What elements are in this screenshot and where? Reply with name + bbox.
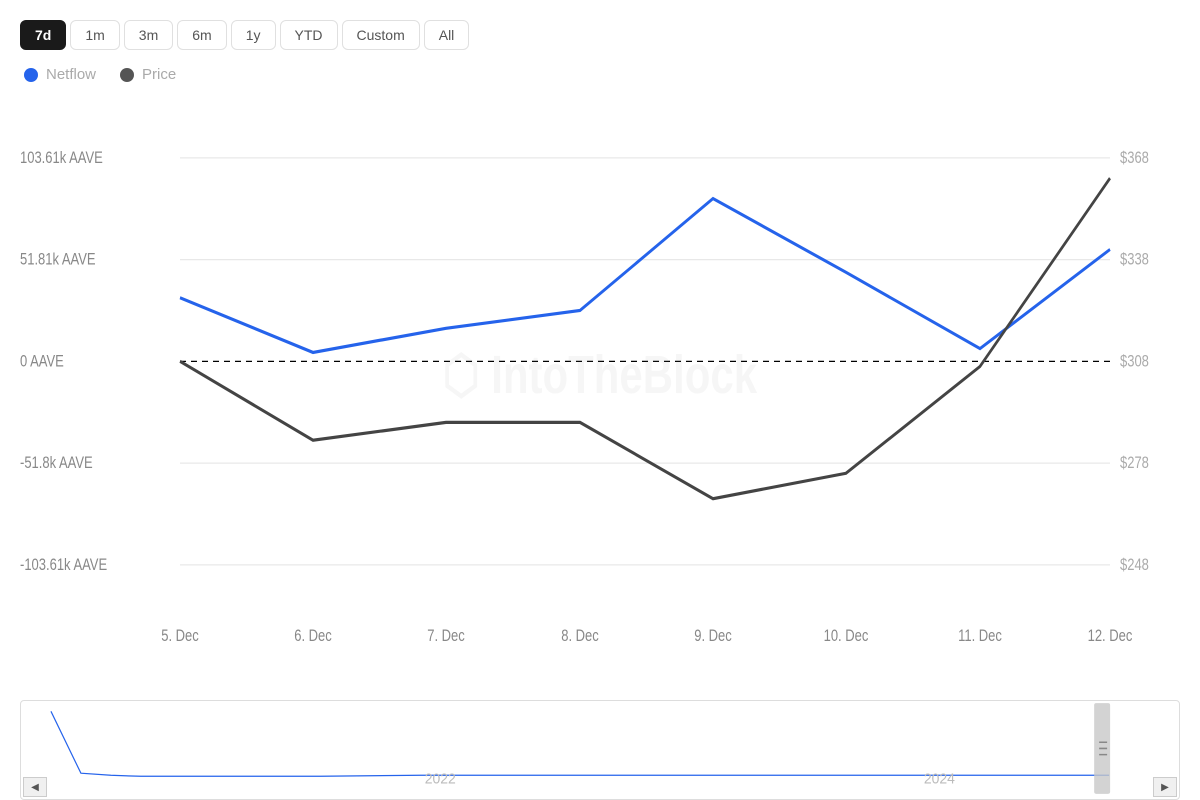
svg-text:2024: 2024: [924, 771, 955, 787]
svg-text:$308: $308: [1120, 353, 1149, 371]
svg-text:51.81k AAVE: 51.81k AAVE: [20, 251, 96, 269]
legend-item-price: Price: [120, 66, 176, 83]
mini-netflow-line: [51, 711, 1109, 776]
legend-item-netflow: Netflow: [24, 66, 96, 83]
legend-dot-price: [120, 68, 134, 82]
svg-text:⬡ IntoTheBlock: ⬡ IntoTheBlock: [443, 346, 757, 405]
time-btn-custom[interactable]: Custom: [342, 20, 420, 50]
svg-text:5. Dec: 5. Dec: [161, 628, 199, 646]
svg-text:2022: 2022: [425, 771, 456, 787]
svg-text:$368: $368: [1120, 150, 1149, 168]
time-btn-all[interactable]: All: [424, 20, 470, 50]
svg-text:-51.8k AAVE: -51.8k AAVE: [20, 455, 93, 473]
chart-svg-container: 103.61k AAVE 51.81k AAVE 0 AAVE -51.8k A…: [20, 107, 1180, 692]
mini-chart-scroll-right[interactable]: ▶: [1153, 777, 1177, 797]
time-btn-1m[interactable]: 1m: [70, 20, 119, 50]
legend-label-price: Price: [142, 66, 176, 83]
mini-chart-scroll-left[interactable]: ◀: [23, 777, 47, 797]
svg-text:7. Dec: 7. Dec: [427, 628, 465, 646]
svg-text:11. Dec: 11. Dec: [958, 628, 1002, 646]
svg-text:103.61k AAVE: 103.61k AAVE: [20, 150, 103, 168]
svg-text:$248: $248: [1120, 557, 1149, 575]
svg-text:9. Dec: 9. Dec: [694, 628, 732, 646]
netflow-line: [180, 199, 1110, 353]
svg-text:0 AAVE: 0 AAVE: [20, 353, 64, 371]
chart-wrapper: 103.61k AAVE 51.81k AAVE 0 AAVE -51.8k A…: [20, 107, 1180, 800]
main-chart: 103.61k AAVE 51.81k AAVE 0 AAVE -51.8k A…: [20, 107, 1180, 692]
time-btn-3m[interactable]: 3m: [124, 20, 173, 50]
svg-text:$278: $278: [1120, 455, 1149, 473]
price-line: [180, 178, 1110, 498]
main-container: 7d1m3m6m1yYTDCustomAll Netflow Price 103.…: [0, 0, 1200, 800]
svg-text:10. Dec: 10. Dec: [824, 628, 869, 646]
legend-dot-netflow: [24, 68, 38, 82]
time-range-bar: 7d1m3m6m1yYTDCustomAll: [20, 20, 1180, 50]
chart-legend: Netflow Price: [24, 66, 1180, 83]
svg-text:-103.61k AAVE: -103.61k AAVE: [20, 557, 107, 575]
time-btn-1y[interactable]: 1y: [231, 20, 276, 50]
legend-label-netflow: Netflow: [46, 66, 96, 83]
svg-text:$338: $338: [1120, 251, 1149, 269]
main-chart-svg: 103.61k AAVE 51.81k AAVE 0 AAVE -51.8k A…: [20, 107, 1180, 692]
time-btn-6m[interactable]: 6m: [177, 20, 226, 50]
svg-text:6. Dec: 6. Dec: [294, 628, 332, 646]
svg-text:12. Dec: 12. Dec: [1088, 628, 1133, 646]
time-btn-7d[interactable]: 7d: [20, 20, 66, 50]
svg-text:8. Dec: 8. Dec: [561, 628, 599, 646]
mini-chart-svg: 2022 2024: [21, 701, 1179, 799]
mini-chart: 2022 2024 ◀ ▶: [20, 700, 1180, 800]
time-btn-ytd[interactable]: YTD: [280, 20, 338, 50]
